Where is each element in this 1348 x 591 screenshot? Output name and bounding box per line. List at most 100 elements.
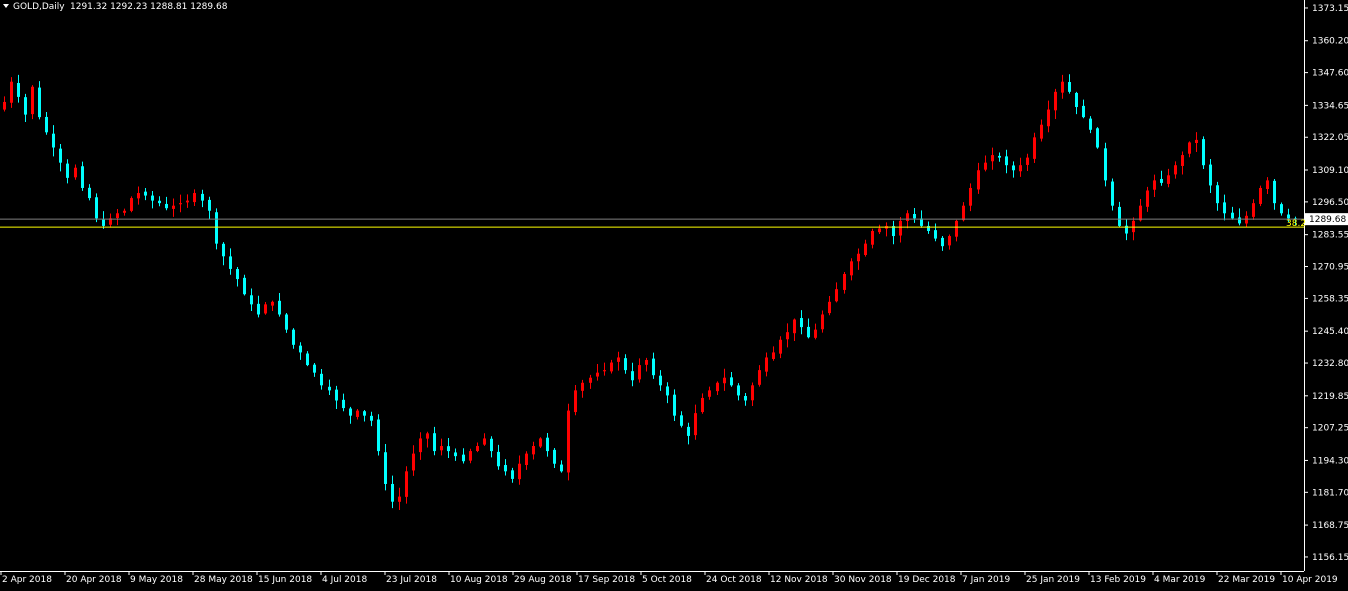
candle-body (1223, 202, 1226, 214)
candle-body (377, 419, 380, 452)
candle-body (66, 163, 69, 178)
symbol-label: GOLD,Daily (13, 2, 65, 12)
candle-body (1209, 164, 1212, 186)
time-tick-label: 4 Mar 2019 (1154, 575, 1206, 585)
candle-body (948, 236, 951, 246)
candle-body (1061, 81, 1064, 93)
candle-body (716, 382, 719, 392)
candle-body (645, 360, 648, 365)
candle-body (1238, 217, 1241, 224)
candle-body (652, 358, 655, 376)
candle-body (701, 397, 704, 413)
candle-body (1082, 105, 1085, 118)
candle-body (913, 214, 916, 219)
candle-body (236, 269, 239, 280)
candle-body (257, 303, 260, 315)
time-tick-label: 13 Feb 2019 (1090, 575, 1146, 585)
candlestick-chart[interactable]: 38.2 1373.15 1360.20 1347.60 1334.65 1322.05… (0, 0, 1348, 591)
candle-body (878, 228, 881, 233)
time-tick-label: 24 Oct 2018 (706, 575, 762, 585)
candle-body (52, 133, 55, 148)
candle-body (469, 451, 472, 461)
candle-body (793, 319, 796, 334)
candle-body (659, 375, 662, 386)
candle-body (271, 301, 274, 306)
candle-body (201, 193, 204, 201)
candle-body (546, 437, 549, 452)
candle-body (871, 230, 874, 245)
time-tick-label: 5 Oct 2018 (642, 575, 692, 585)
candle-body (694, 413, 697, 436)
time-tick-label: 9 May 2018 (130, 575, 183, 585)
candle-body (532, 446, 535, 455)
candle-body (398, 496, 401, 502)
candle-body (151, 195, 154, 201)
candle-body (680, 415, 683, 426)
candle-body (490, 438, 493, 452)
price-tick-label: 1283.55 (1312, 231, 1348, 241)
chart-frame (0, 0, 1305, 572)
candle-body (208, 199, 211, 211)
candle-body (285, 314, 288, 330)
candle-body (1139, 205, 1142, 221)
price-tick-label: 1373.15 (1312, 4, 1348, 14)
candle-body (1104, 148, 1107, 181)
price-tick-label: 1245.40 (1312, 327, 1348, 337)
candle-body (807, 326, 810, 338)
candle-body (631, 371, 634, 381)
candle-body (349, 408, 352, 416)
candle-body (511, 470, 514, 479)
candle-body (991, 155, 994, 162)
candle-body (186, 200, 189, 203)
candle-body (250, 295, 253, 305)
candle-body (525, 453, 528, 465)
candle-body (313, 364, 316, 373)
time-axis[interactable]: 2 Apr 2018 20 Apr 2018 9 May 2018 28 May 20… (0, 571, 1338, 585)
candle-body (1089, 118, 1092, 130)
candle-body (1040, 124, 1043, 139)
candle-body (88, 187, 91, 199)
candle-body (962, 205, 965, 221)
candle-body (356, 410, 359, 417)
price-tick-label: 1168.75 (1312, 521, 1348, 531)
candle-body (165, 203, 168, 209)
candle-body (440, 446, 443, 451)
fib-level-label: 38.2 (1286, 219, 1306, 229)
candle-body (476, 446, 479, 451)
price-tick-label: 1258.35 (1312, 294, 1348, 304)
candle-body (596, 372, 599, 377)
candle-body (1096, 128, 1099, 148)
candle-body (864, 243, 867, 255)
candle-body (1118, 206, 1121, 226)
candle-body (835, 289, 838, 302)
candle-body (363, 411, 366, 416)
candle-body (1287, 214, 1290, 219)
candle-body (95, 197, 98, 219)
candle-body (708, 390, 711, 397)
candle-body (172, 205, 175, 209)
price-axis[interactable]: 1373.15 1360.20 1347.60 1334.65 1322.05 1309.… (1304, 4, 1348, 563)
candle-body (1266, 180, 1269, 189)
time-tick-label: 20 Apr 2018 (66, 575, 122, 585)
candle-body (1146, 190, 1149, 207)
candle-body (320, 373, 323, 386)
candle-body (144, 191, 147, 196)
candle-body (292, 329, 295, 345)
candle-body (17, 82, 20, 97)
candle-body (1111, 181, 1114, 206)
candle-body (1252, 203, 1255, 217)
dropdown-triangle-icon[interactable] (3, 4, 9, 8)
candle-body (906, 213, 909, 221)
time-tick-label: 30 Nov 2018 (834, 575, 892, 585)
price-tick-label: 1347.60 (1312, 69, 1348, 79)
candle-body (560, 464, 563, 472)
candle-body (38, 87, 41, 118)
candle-body (1075, 92, 1078, 108)
candle-body (1174, 165, 1177, 175)
price-tick-label: 1207.25 (1312, 424, 1348, 434)
candle-body (426, 433, 429, 439)
candle-body (574, 390, 577, 413)
candle-body (758, 370, 761, 385)
candle-body (1280, 204, 1283, 214)
candle-body (405, 471, 408, 497)
